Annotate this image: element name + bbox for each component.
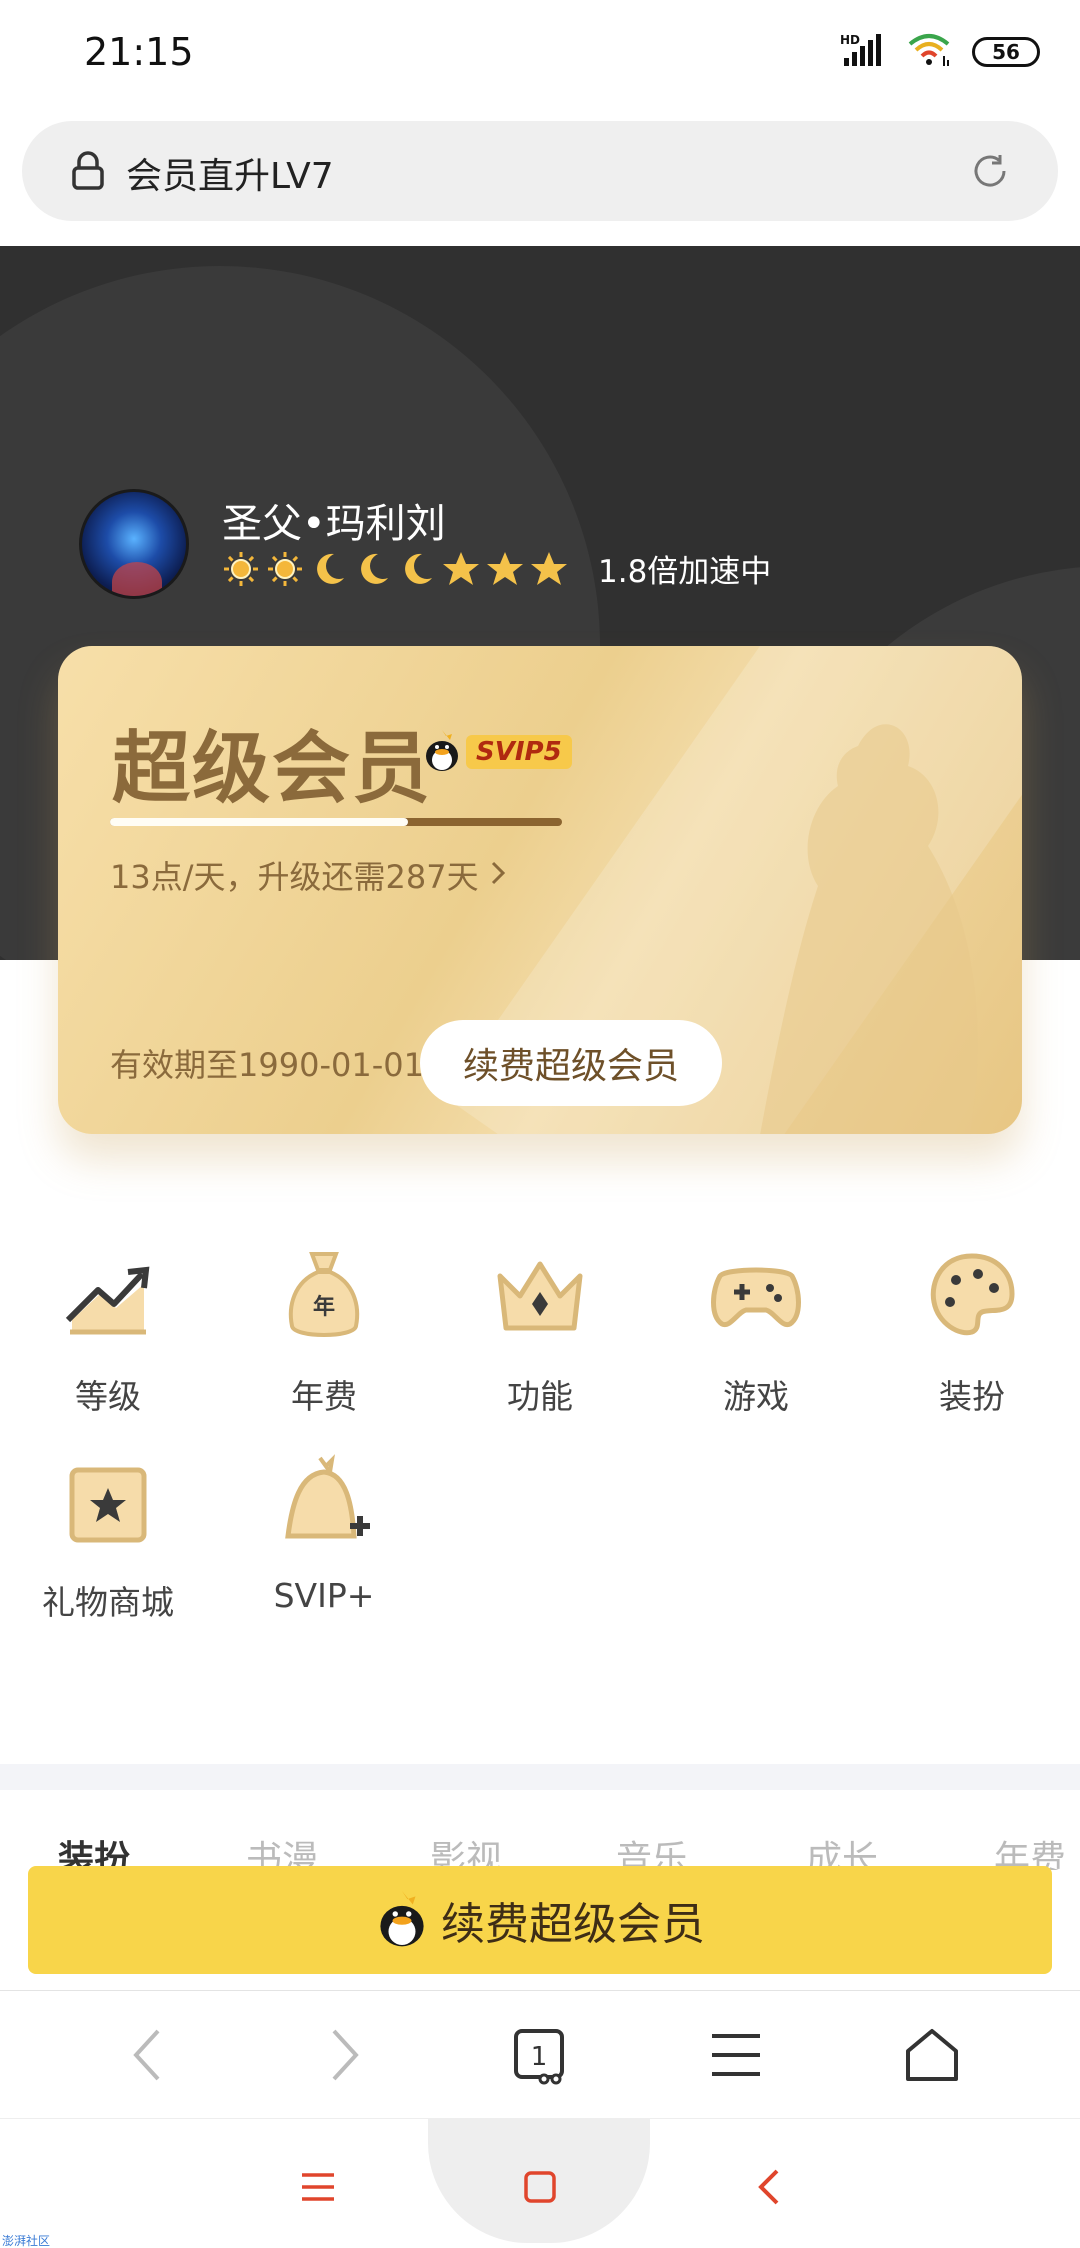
penguin-icon (375, 1887, 429, 1953)
penguin-icon (422, 728, 462, 776)
wifi-icon (906, 32, 952, 72)
level-row[interactable]: 1.8倍加速中 (222, 546, 771, 591)
grid-label: 年费 (291, 1377, 357, 1416)
tab-books-comics[interactable]: 书漫 (246, 1830, 318, 1870)
grid-item-svip-plus[interactable]: SVIP+ (216, 1452, 432, 1615)
star-icon (487, 551, 523, 585)
grid-item-gift-mall[interactable]: 礼物商城 (0, 1452, 216, 1624)
star-icon (443, 551, 479, 585)
section-divider (0, 1764, 1080, 1790)
category-tabs: 装扮 书漫 影视 音乐 成长 年费 (0, 1830, 1080, 1870)
grid-label: 装扮 (939, 1377, 1005, 1416)
grid-label: 礼物商城 (42, 1583, 174, 1622)
upgrade-info[interactable]: 13点/天，升级还需287天 (110, 852, 507, 898)
tab-dressup[interactable]: 装扮 (58, 1830, 130, 1870)
avatar[interactable] (79, 489, 189, 599)
browser-toolbar: 1 (0, 1990, 1080, 2118)
sun-icon (268, 551, 302, 586)
grid-item-dressup[interactable]: 装扮 (864, 1246, 1080, 1418)
system-nav-bar (0, 2118, 1080, 2248)
svg-text:1: 1 (531, 2042, 548, 2072)
chart-up-icon (58, 1246, 158, 1346)
username: 圣父•玛利刘 (222, 501, 446, 547)
svg-text:年: 年 (313, 1294, 335, 1320)
menu-icon[interactable] (706, 2025, 766, 2085)
gamepad-icon (706, 1246, 806, 1346)
status-icons: HD 56 (840, 32, 1040, 72)
forward-icon[interactable] (314, 2025, 374, 2085)
grid-label: 游戏 (723, 1377, 789, 1416)
money-bag-icon: 年 (274, 1246, 374, 1346)
upgrade-info-text: 13点/天，升级还需287天 (110, 858, 479, 896)
vip-card[interactable]: 超级会员 SVIP5 13点/天，升级还需287天 有效期至1990-01-01… (58, 646, 1022, 1134)
level-progress-fill (110, 818, 409, 826)
page: 21:15 HD 56 会员直升LV7 圣父•玛利刘 1.8倍加速中 超级会员 … (0, 0, 1080, 2248)
status-bar: 21:15 HD 56 (0, 0, 1080, 112)
grid-label: 功能 (507, 1377, 573, 1416)
penguin-plus-icon (274, 1452, 374, 1552)
battery-indicator: 56 (972, 37, 1040, 67)
star-icon (531, 551, 567, 585)
watermark-text: 澎湃社区 (2, 2234, 51, 2248)
expiry-date: 有效期至1990-01-01 (110, 1046, 424, 1084)
renew-svip-cta[interactable]: 续费超级会员 (28, 1866, 1052, 1974)
address-title: 会员直升LV7 (126, 156, 334, 197)
grid-item-annual-fee[interactable]: 年 年费 (216, 1246, 432, 1418)
home-icon[interactable] (902, 2025, 962, 2085)
tabs-icon[interactable]: 1 (510, 2025, 570, 2085)
reload-icon[interactable] (970, 151, 1010, 195)
tab-music[interactable]: 音乐 (616, 1830, 688, 1870)
card-title: 超级会员 (112, 724, 433, 814)
home-button-icon[interactable] (510, 2157, 570, 2217)
tab-growth[interactable]: 成长 (806, 1830, 878, 1870)
grid-label: SVIP+ (273, 1576, 375, 1615)
address-bar[interactable]: 会员直升LV7 (22, 121, 1058, 221)
signal-icon: HD (840, 32, 886, 72)
moon-icon (361, 553, 388, 584)
speed-text: 1.8倍加速中 (598, 554, 772, 590)
lock-icon (70, 151, 106, 195)
tab-annual-fee[interactable]: 年费 (994, 1830, 1066, 1870)
grid-item-games[interactable]: 游戏 (648, 1246, 864, 1418)
level-icons (222, 550, 568, 588)
grid-item-level[interactable]: 等级 (0, 1246, 216, 1418)
recent-apps-icon[interactable] (288, 2157, 348, 2217)
chevron-right-icon (489, 856, 507, 894)
nav-back-icon[interactable] (738, 2157, 798, 2217)
svip-level-tag: SVIP5 (466, 735, 572, 769)
moon-icon (317, 553, 344, 584)
grid-item-features[interactable]: 功能 (432, 1246, 648, 1418)
palette-icon (922, 1246, 1022, 1346)
svg-text:HD: HD (840, 33, 860, 47)
penguin-watermark-icon (738, 706, 998, 1134)
crown-icon (490, 1246, 590, 1346)
svip-badge: SVIP5 (422, 728, 572, 776)
status-time: 21:15 (84, 30, 194, 74)
sun-icon (224, 551, 258, 586)
renew-cta-label: 续费超级会员 (441, 1899, 705, 1950)
grid-label: 等级 (75, 1377, 141, 1416)
moon-icon (405, 553, 432, 584)
back-icon[interactable] (118, 2025, 178, 2085)
level-progress-bar (110, 818, 562, 826)
gift-icon (58, 1452, 158, 1552)
renew-svip-button[interactable]: 续费超级会员 (420, 1020, 722, 1106)
tab-movies[interactable]: 影视 (430, 1830, 502, 1870)
